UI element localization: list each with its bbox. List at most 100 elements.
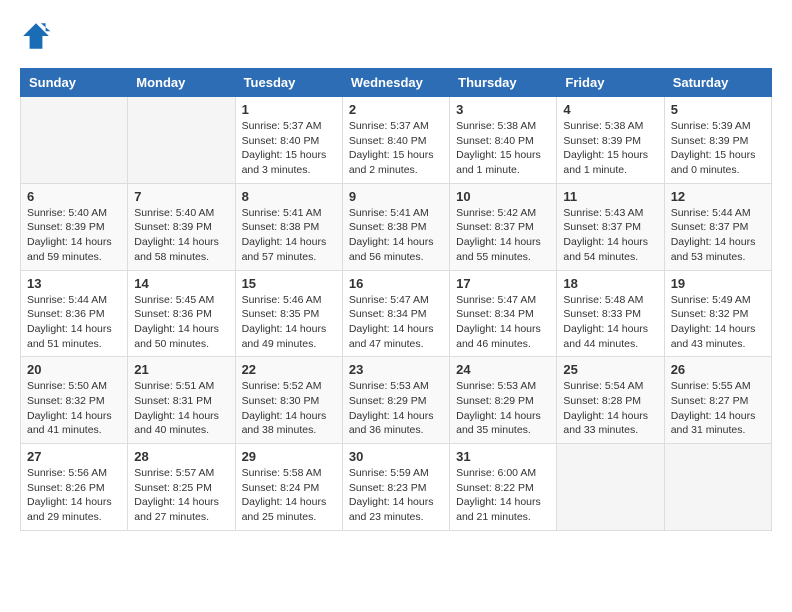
day-number: 31 <box>456 449 550 464</box>
day-number: 11 <box>563 189 657 204</box>
calendar-cell: 20 Sunrise: 5:50 AM Sunset: 8:32 PM Dayli… <box>21 357 128 444</box>
calendar-cell: 31Sunrise: 6:00 AM Sunset: 8:22 PM Dayli… <box>450 444 557 531</box>
day-number: 18 <box>563 276 657 291</box>
day-info: Sunrise: 5:39 AM Sunset: 8:39 PM Dayligh… <box>671 119 765 178</box>
calendar-header-tuesday: Tuesday <box>235 69 342 97</box>
day-number: 8 <box>242 189 336 204</box>
day-info: Sunrise: 5:40 AM Sunset: 8:39 PM Dayligh… <box>134 206 228 265</box>
calendar-cell: 27 Sunrise: 5:56 AM Sunset: 8:26 PM Dayli… <box>21 444 128 531</box>
day-number: 30 <box>349 449 443 464</box>
calendar-cell: 13 Sunrise: 5:44 AM Sunset: 8:36 PM Dayli… <box>21 270 128 357</box>
day-number: 3 <box>456 102 550 117</box>
day-number: 29 <box>242 449 336 464</box>
day-info: Sunrise: 5:37 AM Sunset: 8:40 PM Dayligh… <box>349 119 443 178</box>
day-number: 1 <box>242 102 336 117</box>
day-info: Sunrise: 5:48 AM Sunset: 8:33 PM Dayligh… <box>563 293 657 352</box>
calendar-header-monday: Monday <box>128 69 235 97</box>
day-number: 21 <box>134 362 228 377</box>
day-info: Sunrise: 5:42 AM Sunset: 8:37 PM Dayligh… <box>456 206 550 265</box>
day-info: Sunrise: 5:46 AM Sunset: 8:35 PM Dayligh… <box>242 293 336 352</box>
day-info: Sunrise: 5:51 AM Sunset: 8:31 PM Dayligh… <box>134 379 228 438</box>
day-number: 2 <box>349 102 443 117</box>
calendar-cell <box>21 97 128 184</box>
calendar-week-row: 20 Sunrise: 5:50 AM Sunset: 8:32 PM Dayli… <box>21 357 772 444</box>
calendar-cell: 19 Sunrise: 5:49 AM Sunset: 8:32 PM Dayli… <box>664 270 771 357</box>
calendar-cell: 10 Sunrise: 5:42 AM Sunset: 8:37 PM Dayli… <box>450 183 557 270</box>
day-info: Sunrise: 5:53 AM Sunset: 8:29 PM Dayligh… <box>349 379 443 438</box>
calendar-cell: 12 Sunrise: 5:44 AM Sunset: 8:37 PM Dayli… <box>664 183 771 270</box>
calendar-header-sunday: Sunday <box>21 69 128 97</box>
day-info: Sunrise: 5:41 AM Sunset: 8:38 PM Dayligh… <box>242 206 336 265</box>
calendar-cell: 8 Sunrise: 5:41 AM Sunset: 8:38 PM Daylig… <box>235 183 342 270</box>
calendar-cell: 11 Sunrise: 5:43 AM Sunset: 8:37 PM Dayli… <box>557 183 664 270</box>
calendar-header-friday: Friday <box>557 69 664 97</box>
day-number: 22 <box>242 362 336 377</box>
logo-icon <box>20 20 52 52</box>
day-number: 27 <box>27 449 121 464</box>
day-number: 9 <box>349 189 443 204</box>
calendar-cell: 15Sunrise: 5:46 AM Sunset: 8:35 PM Dayli… <box>235 270 342 357</box>
day-info: Sunrise: 5:53 AM Sunset: 8:29 PM Dayligh… <box>456 379 550 438</box>
day-info: Sunrise: 5:56 AM Sunset: 8:26 PM Dayligh… <box>27 466 121 525</box>
day-info: Sunrise: 5:40 AM Sunset: 8:39 PM Dayligh… <box>27 206 121 265</box>
day-number: 12 <box>671 189 765 204</box>
day-info: Sunrise: 5:58 AM Sunset: 8:24 PM Dayligh… <box>242 466 336 525</box>
day-number: 14 <box>134 276 228 291</box>
day-info: Sunrise: 5:38 AM Sunset: 8:40 PM Dayligh… <box>456 119 550 178</box>
calendar-week-row: 1 Sunrise: 5:37 AM Sunset: 8:40 PM Daylig… <box>21 97 772 184</box>
calendar-week-row: 27 Sunrise: 5:56 AM Sunset: 8:26 PM Dayli… <box>21 444 772 531</box>
calendar-cell <box>557 444 664 531</box>
day-info: Sunrise: 5:55 AM Sunset: 8:27 PM Dayligh… <box>671 379 765 438</box>
day-info: Sunrise: 5:44 AM Sunset: 8:36 PM Dayligh… <box>27 293 121 352</box>
calendar-cell: 5 Sunrise: 5:39 AM Sunset: 8:39 PM Daylig… <box>664 97 771 184</box>
day-number: 13 <box>27 276 121 291</box>
calendar-cell: 1Sunrise: 5:37 AM Sunset: 8:40 PM Daylig… <box>235 97 342 184</box>
calendar-cell: 16 Sunrise: 5:47 AM Sunset: 8:34 PM Dayli… <box>342 270 449 357</box>
day-number: 19 <box>671 276 765 291</box>
day-info: Sunrise: 5:47 AM Sunset: 8:34 PM Dayligh… <box>349 293 443 352</box>
calendar-cell: 7 Sunrise: 5:40 AM Sunset: 8:39 PM Daylig… <box>128 183 235 270</box>
calendar-cell: 29 Sunrise: 5:58 AM Sunset: 8:24 PM Dayli… <box>235 444 342 531</box>
day-info: Sunrise: 5:44 AM Sunset: 8:37 PM Dayligh… <box>671 206 765 265</box>
day-number: 23 <box>349 362 443 377</box>
day-info: Sunrise: 5:49 AM Sunset: 8:32 PM Dayligh… <box>671 293 765 352</box>
day-number: 16 <box>349 276 443 291</box>
calendar-cell: 14 Sunrise: 5:45 AM Sunset: 8:36 PM Dayli… <box>128 270 235 357</box>
day-info: Sunrise: 5:38 AM Sunset: 8:39 PM Dayligh… <box>563 119 657 178</box>
page-header <box>20 20 772 52</box>
day-number: 20 <box>27 362 121 377</box>
day-number: 25 <box>563 362 657 377</box>
day-info: Sunrise: 5:47 AM Sunset: 8:34 PM Dayligh… <box>456 293 550 352</box>
calendar-cell: 30Sunrise: 5:59 AM Sunset: 8:23 PM Dayli… <box>342 444 449 531</box>
day-info: Sunrise: 5:50 AM Sunset: 8:32 PM Dayligh… <box>27 379 121 438</box>
day-info: Sunrise: 5:57 AM Sunset: 8:25 PM Dayligh… <box>134 466 228 525</box>
day-info: Sunrise: 5:43 AM Sunset: 8:37 PM Dayligh… <box>563 206 657 265</box>
calendar-cell: 26 Sunrise: 5:55 AM Sunset: 8:27 PM Dayli… <box>664 357 771 444</box>
calendar-cell: 24 Sunrise: 5:53 AM Sunset: 8:29 PM Dayli… <box>450 357 557 444</box>
calendar-cell: 22 Sunrise: 5:52 AM Sunset: 8:30 PM Dayli… <box>235 357 342 444</box>
calendar-cell: 18 Sunrise: 5:48 AM Sunset: 8:33 PM Dayli… <box>557 270 664 357</box>
day-number: 7 <box>134 189 228 204</box>
day-number: 5 <box>671 102 765 117</box>
calendar-cell: 2 Sunrise: 5:37 AM Sunset: 8:40 PM Daylig… <box>342 97 449 184</box>
day-info: Sunrise: 5:52 AM Sunset: 8:30 PM Dayligh… <box>242 379 336 438</box>
calendar-cell: 23 Sunrise: 5:53 AM Sunset: 8:29 PM Dayli… <box>342 357 449 444</box>
calendar-cell: 3 Sunrise: 5:38 AM Sunset: 8:40 PM Daylig… <box>450 97 557 184</box>
day-number: 17 <box>456 276 550 291</box>
day-number: 6 <box>27 189 121 204</box>
day-info: Sunrise: 5:41 AM Sunset: 8:38 PM Dayligh… <box>349 206 443 265</box>
calendar-week-row: 13 Sunrise: 5:44 AM Sunset: 8:36 PM Dayli… <box>21 270 772 357</box>
day-info: Sunrise: 5:54 AM Sunset: 8:28 PM Dayligh… <box>563 379 657 438</box>
day-number: 24 <box>456 362 550 377</box>
day-number: 10 <box>456 189 550 204</box>
calendar-cell: 25 Sunrise: 5:54 AM Sunset: 8:28 PM Dayli… <box>557 357 664 444</box>
logo <box>20 20 56 52</box>
calendar-cell: 21 Sunrise: 5:51 AM Sunset: 8:31 PM Dayli… <box>128 357 235 444</box>
calendar-cell: 9 Sunrise: 5:41 AM Sunset: 8:38 PM Daylig… <box>342 183 449 270</box>
calendar-cell: 6 Sunrise: 5:40 AM Sunset: 8:39 PM Daylig… <box>21 183 128 270</box>
day-number: 26 <box>671 362 765 377</box>
day-number: 4 <box>563 102 657 117</box>
day-info: Sunrise: 5:45 AM Sunset: 8:36 PM Dayligh… <box>134 293 228 352</box>
calendar-header-thursday: Thursday <box>450 69 557 97</box>
calendar-week-row: 6 Sunrise: 5:40 AM Sunset: 8:39 PM Daylig… <box>21 183 772 270</box>
